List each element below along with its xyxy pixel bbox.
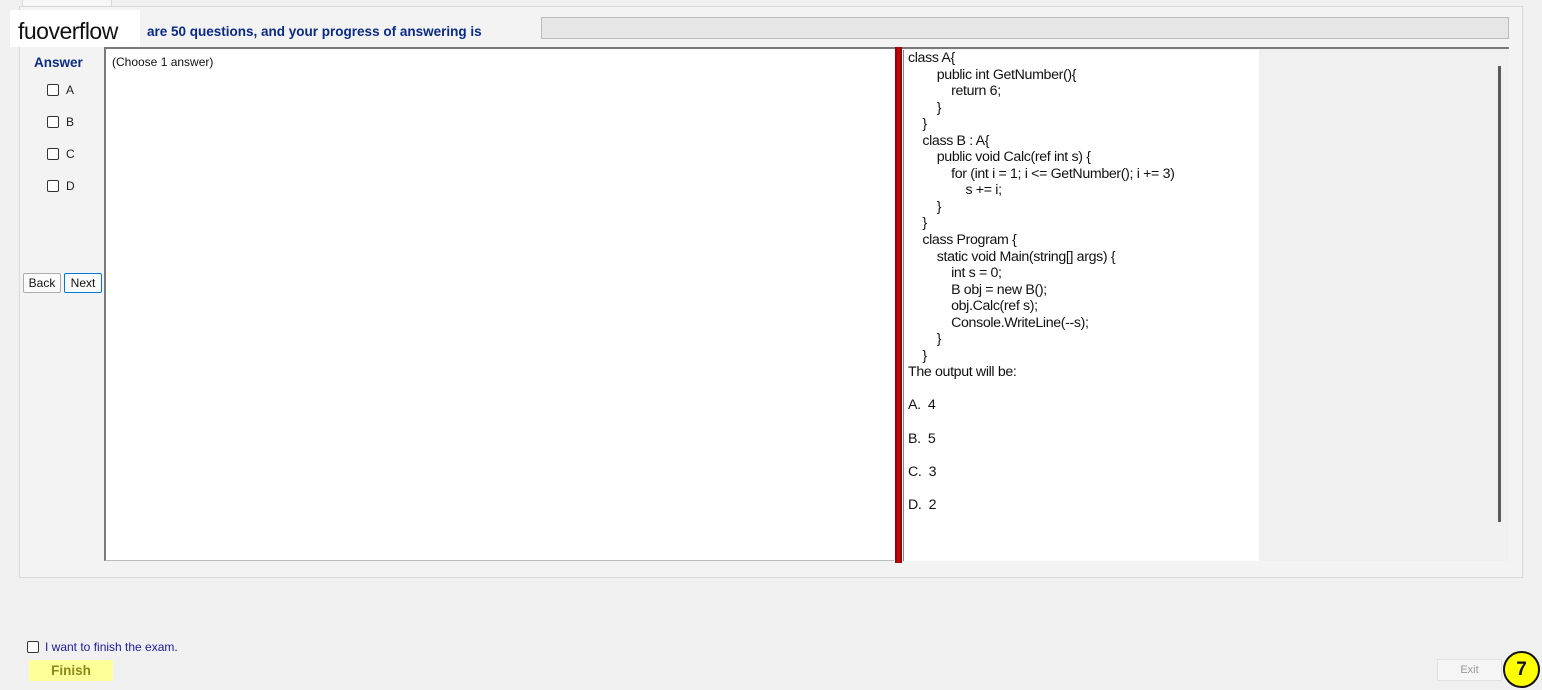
answer-title: Answer bbox=[34, 55, 83, 70]
choice-line: A. 4 bbox=[908, 397, 936, 414]
question-image-panel: (Choose 1 answer) bbox=[104, 49, 894, 561]
answer-option-b[interactable]: B bbox=[47, 115, 74, 129]
code-line: B obj = new B(); bbox=[908, 281, 1047, 298]
choice-line: B. 5 bbox=[908, 430, 936, 447]
answer-option-a[interactable]: A bbox=[47, 83, 74, 97]
code-line: for (int i = 1; i <= GetNumber(); i += 3… bbox=[908, 165, 1175, 182]
page-number-badge: 7 bbox=[1503, 651, 1540, 688]
code-line: } bbox=[908, 116, 927, 133]
code-line: Console.WriteLine(--s); bbox=[908, 314, 1089, 331]
code-line: return 6; bbox=[908, 83, 1001, 100]
logo: fuoverflow bbox=[10, 10, 140, 47]
choice-line: C. 3 bbox=[908, 463, 937, 480]
code-line: class A{ bbox=[908, 50, 955, 66]
exit-button[interactable]: Exit bbox=[1437, 659, 1502, 681]
side-gray-area bbox=[1259, 49, 1509, 561]
finish-checkbox-label: I want to finish the exam. bbox=[45, 640, 178, 654]
finish-button[interactable]: Finish bbox=[29, 660, 113, 681]
code-line: int s = 0; bbox=[908, 265, 1002, 282]
code-line: The output will be: bbox=[908, 364, 1017, 381]
code-line: } bbox=[908, 198, 942, 215]
code-line: } bbox=[908, 99, 942, 116]
choice-line: D. 2 bbox=[908, 496, 937, 513]
next-button[interactable]: Next bbox=[64, 273, 102, 293]
answer-option-label: D bbox=[66, 179, 75, 193]
code-line: } bbox=[908, 215, 927, 232]
answer-option-d[interactable]: D bbox=[47, 179, 75, 193]
panel-splitter[interactable] bbox=[895, 47, 902, 563]
code-line: class B : A{ bbox=[908, 132, 990, 149]
back-button[interactable]: Back bbox=[23, 273, 61, 293]
vertical-scrollbar[interactable] bbox=[1498, 66, 1501, 522]
code-line: static void Main(string[] args) { bbox=[908, 248, 1116, 265]
finish-exam-checkbox[interactable]: I want to finish the exam. bbox=[27, 640, 178, 654]
code-line: public void Calc(ref int s) { bbox=[908, 149, 1091, 166]
progress-label: are 50 questions, and your progress of a… bbox=[147, 24, 482, 39]
answer-option-label: B bbox=[66, 115, 75, 129]
code-line: public int GetNumber(){ bbox=[908, 66, 1077, 83]
checkbox-icon[interactable] bbox=[27, 641, 39, 653]
checkbox-icon[interactable] bbox=[47, 148, 59, 160]
question-code: class A{ public int GetNumber(){ return … bbox=[904, 50, 1259, 513]
code-line: s += i; bbox=[908, 182, 1002, 199]
code-line: } bbox=[908, 331, 942, 348]
code-line: class Program { bbox=[908, 232, 1017, 249]
code-line: obj.Calc(ref s); bbox=[908, 298, 1038, 315]
checkbox-icon[interactable] bbox=[47, 116, 59, 128]
code-line: } bbox=[908, 347, 927, 364]
question-text-panel: class A{ public int GetNumber(){ return … bbox=[903, 50, 1259, 561]
progress-bar bbox=[541, 17, 1509, 39]
answer-option-c[interactable]: C bbox=[47, 147, 75, 161]
answer-option-label: A bbox=[66, 83, 75, 97]
checkbox-icon[interactable] bbox=[47, 180, 59, 192]
checkbox-icon[interactable] bbox=[47, 84, 59, 96]
answer-option-label: C bbox=[66, 147, 75, 161]
choose-instruction: (Choose 1 answer) bbox=[112, 55, 214, 69]
